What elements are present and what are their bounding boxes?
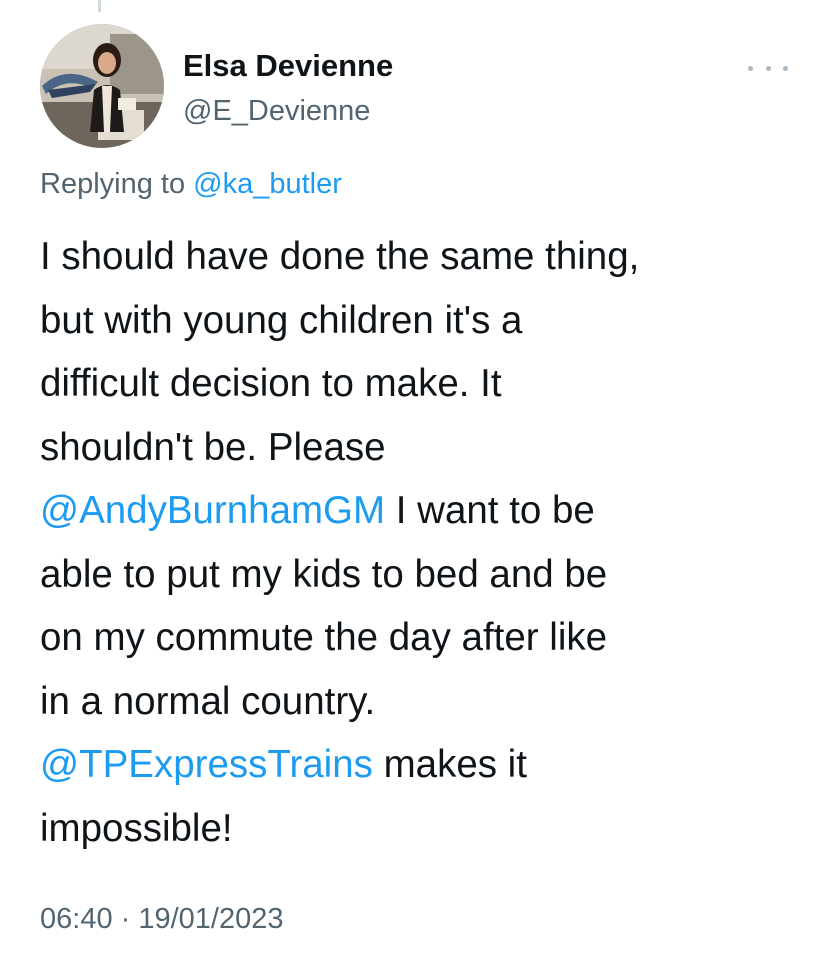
mention-link-andyburnhamgm[interactable]: @AndyBurnhamGM (40, 489, 385, 532)
reply-to-handle-link[interactable]: @ka_butler (193, 168, 342, 200)
more-dot (748, 65, 753, 71)
avatar[interactable] (40, 24, 164, 148)
tweet-text-line: in a normal country. (40, 679, 376, 723)
tweet-text-line: on my commute the day after like (40, 616, 608, 659)
tweet-text-line: shouldn't be. Please (40, 425, 386, 469)
tweet-text-fragment: makes it (372, 743, 527, 786)
tweet-text-line: @AndyBurnhamGM I want to be (40, 479, 810, 543)
tweet-timestamp[interactable]: 06:40 · 19/01/2023 (40, 903, 283, 936)
avatar-photo (40, 24, 164, 148)
mention-link-tpexpresstrains[interactable]: @TPExpressTrains (40, 743, 373, 786)
tweet-text-line: able to put my kids to bed and be (40, 552, 608, 596)
replying-to: Replying to @ka_butler (40, 168, 342, 201)
tweet-text-line: difficult decision to make. It (40, 362, 502, 405)
replying-to-label: Replying to (40, 168, 194, 200)
thread-connector-line (98, 0, 101, 12)
more-dot (765, 65, 771, 71)
more-dot (783, 65, 788, 71)
tweet-text: I should have done the same thing, but w… (40, 225, 810, 860)
tweet-text-line: @TPExpressTrains makes it (40, 733, 810, 797)
author-handle[interactable]: @E_Devienne (183, 95, 370, 128)
tweet-text-line: I should have done the same thing, (40, 235, 640, 278)
tweet-text-line: but with young children it's a (40, 298, 523, 342)
tweet-text-fragment: I want to be (385, 489, 595, 532)
author-display-name[interactable]: Elsa Devienne (183, 48, 393, 84)
tweet-text-line: impossible! (40, 806, 233, 850)
more-horizontal-icon[interactable] (748, 58, 788, 78)
